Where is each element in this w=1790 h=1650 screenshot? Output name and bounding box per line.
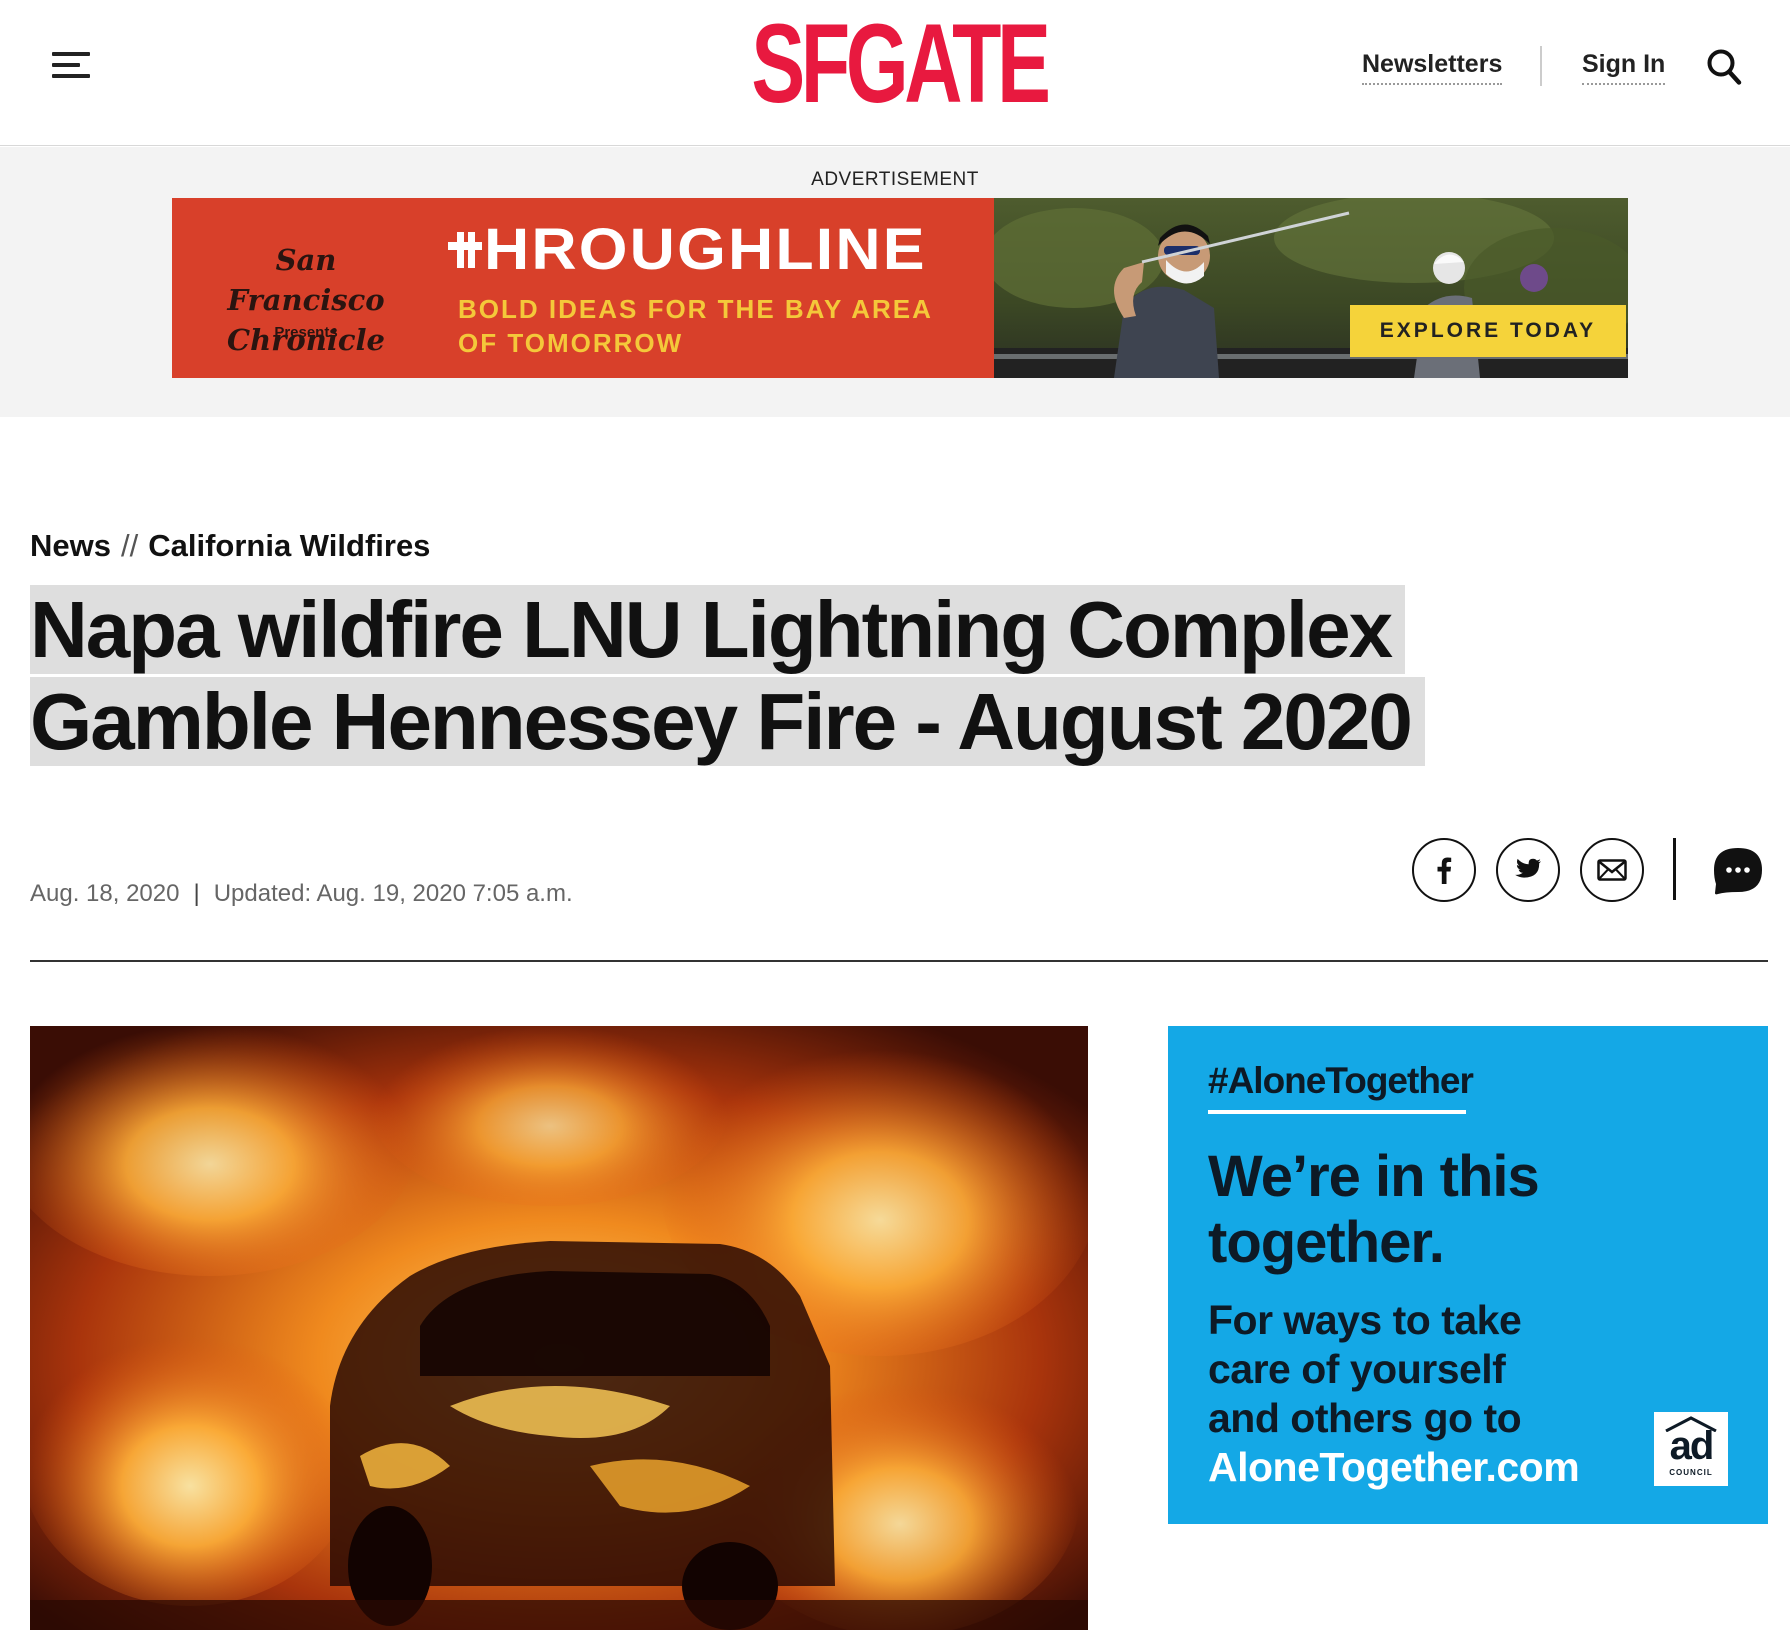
site-header: SFGATE Newsletters Sign In <box>0 0 1790 146</box>
burning-vehicle-photo[interactable] <box>30 1026 1088 1630</box>
breadcrumb-separator: // <box>120 528 139 563</box>
share-divider <box>1673 838 1676 900</box>
throughline-banner-ad[interactable]: San Francisco Chronicle Presents HROUGHL… <box>172 198 1628 378</box>
nav-divider <box>1540 46 1542 86</box>
advertisement-label: ADVERTISEMENT <box>811 169 979 190</box>
facebook-icon <box>1437 857 1452 884</box>
twitter-share-button[interactable] <box>1496 838 1560 902</box>
throughline-t-mark-icon <box>448 232 482 268</box>
facebook-share-button[interactable] <box>1412 838 1476 902</box>
presents-label: Presents <box>274 324 338 341</box>
mail-icon <box>1597 859 1627 881</box>
breadcrumb: News // California Wildfires <box>30 528 430 564</box>
updated-date: Updated: Aug. 19, 2020 7:05 a.m. <box>213 880 573 907</box>
comment-icon[interactable] <box>1712 846 1764 896</box>
banner-tagline: BOLD IDEAS FOR THE BAY AREA OF TOMORROW <box>458 294 933 358</box>
hashtag-underline <box>1208 1110 1466 1114</box>
published-date: Aug. 18, 2020 <box>30 880 180 907</box>
alonetogether-ad[interactable]: #AloneTogether We’re in this together. F… <box>1168 1026 1768 1524</box>
breadcrumb-news[interactable]: News <box>30 528 111 563</box>
breadcrumb-california-wildfires[interactable]: California Wildfires <box>148 528 430 563</box>
menu-icon[interactable] <box>52 50 92 80</box>
dateline-separator: | <box>193 880 200 907</box>
headline-text: Napa wildfire LNU Lightning Complex Gamb… <box>30 585 1425 766</box>
chronicle-wordmark: San Francisco Chronicle <box>226 243 385 357</box>
ad-body: For ways to take care of yourself and ot… <box>1208 1297 1580 1490</box>
explore-today-button[interactable]: EXPLORE TODAY <box>1350 305 1626 357</box>
throughline-title: HROUGHLINE <box>484 217 927 282</box>
ad-hashtag: #AloneTogether <box>1208 1060 1474 1101</box>
article-dateline: Aug. 18, 2020 | Updated: Aug. 19, 2020 7:0… <box>30 880 573 908</box>
email-share-button[interactable] <box>1580 838 1644 902</box>
header-rule <box>30 960 1768 962</box>
twitter-icon <box>1515 858 1541 878</box>
newsletters-link[interactable]: Newsletters <box>1362 50 1503 85</box>
ad-url: AloneTogether.com <box>1208 1444 1580 1490</box>
ad-headline: We’re in this together. <box>1208 1144 1540 1275</box>
search-icon[interactable] <box>1706 48 1742 86</box>
top-advertisement-band: ADVERTISEMENT San Francisco Chronicle Pr… <box>0 147 1790 417</box>
ad-council-logo: ad COUNCIL <box>1654 1412 1728 1486</box>
sign-in-link[interactable]: Sign In <box>1582 50 1666 85</box>
sfgate-logo[interactable]: SFGATE <box>751 6 1050 122</box>
article-headline: Napa wildfire LNU Lightning Complex Gamb… <box>30 584 1590 768</box>
banner-red-panel: San Francisco Chronicle Presents HROUGHL… <box>172 198 994 378</box>
